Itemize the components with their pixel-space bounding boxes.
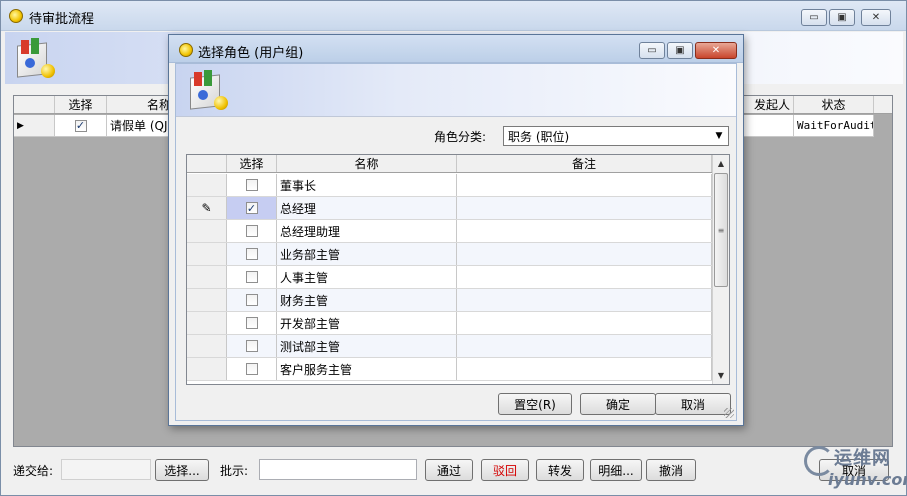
dialog-minimize-button[interactable]: ▭	[639, 42, 665, 59]
row-remark[interactable]	[457, 289, 712, 311]
row-header	[187, 289, 227, 311]
dialog-cancel-button[interactable]: 取消	[655, 393, 731, 415]
clear-button[interactable]: 置空(R)	[498, 393, 572, 415]
row-name[interactable]: 测试部主管	[277, 335, 457, 357]
pencil-icon: ✎	[187, 197, 227, 219]
revoke-button[interactable]: 撤消	[646, 459, 696, 481]
row-header	[187, 243, 227, 265]
row-checkbox[interactable]	[245, 248, 258, 260]
row-remark[interactable]	[457, 358, 712, 380]
row-status: WaitForAudit	[794, 115, 874, 136]
row-name[interactable]: 人事主管	[277, 266, 457, 288]
dialog-titlebar[interactable]: 选择角色 (用户组) ▭ ▣ ✕	[169, 35, 743, 63]
ok-button[interactable]: 确定	[580, 393, 656, 415]
row-header	[187, 312, 227, 334]
row-remark[interactable]	[457, 312, 712, 334]
resize-grip[interactable]	[724, 408, 734, 418]
header-name[interactable]: 名称	[277, 155, 457, 172]
comment-input[interactable]	[259, 459, 417, 480]
main-titlebar[interactable]: 待审批流程 ▭ ▣ ✕	[1, 1, 906, 31]
row-checkbox[interactable]	[245, 363, 258, 375]
app-install-icon	[184, 68, 228, 112]
row-checkbox[interactable]	[245, 317, 258, 329]
select-role-dialog: 选择角色 (用户组) ▭ ▣ ✕ 角色分类: 职务 (职位) ▼ 选择 名称 备…	[168, 34, 744, 426]
row-header	[187, 220, 227, 242]
header-select[interactable]: 选择	[55, 96, 107, 113]
watermark-line2: iyunv.com	[828, 470, 907, 489]
row-indicator: ▶	[14, 115, 55, 136]
detail-button[interactable]: 明细...	[590, 459, 642, 481]
row-header	[187, 174, 227, 196]
row-checkbox[interactable]	[245, 225, 258, 237]
category-label: 角色分类:	[434, 130, 487, 144]
table-row[interactable]: ✎ ✓ 总经理	[187, 197, 712, 220]
scroll-down-icon[interactable]: ▼	[713, 367, 729, 384]
pass-button[interactable]: 通过	[425, 459, 473, 481]
select-button[interactable]: 选择...	[155, 459, 209, 481]
role-grid[interactable]: 选择 名称 备注 董事长 ✎ ✓ 总经理 总经理助理 业务部主管 人事主管 财务主管 开发部主管…	[186, 154, 730, 385]
sun-icon	[179, 43, 193, 57]
category-value: 职务 (职位)	[508, 129, 570, 144]
table-row[interactable]: 人事主管	[187, 266, 712, 289]
table-row[interactable]: 财务主管	[187, 289, 712, 312]
row-checkbox[interactable]: ✓	[74, 119, 87, 132]
main-window-title: 待审批流程	[29, 12, 95, 27]
submit-to-field[interactable]	[61, 459, 151, 480]
table-row[interactable]: 董事长	[187, 174, 712, 197]
role-grid-scrollbar[interactable]: ▲ ≡ ▼	[712, 155, 729, 384]
table-row[interactable]: 测试部主管	[187, 335, 712, 358]
row-checkbox[interactable]	[245, 294, 258, 306]
table-row[interactable]: 业务部主管	[187, 243, 712, 266]
header-select[interactable]: 选择	[227, 155, 277, 172]
watermark: 运维网 iyunv.com	[800, 440, 907, 494]
row-name[interactable]: 开发部主管	[277, 312, 457, 334]
row-remark[interactable]	[457, 266, 712, 288]
row-checkbox[interactable]	[245, 179, 258, 191]
dialog-title: 选择角色 (用户组)	[198, 46, 304, 61]
table-row[interactable]: 客户服务主管	[187, 358, 712, 381]
app-install-icon	[11, 36, 55, 80]
row-name[interactable]: 总经理助理	[277, 220, 457, 242]
minimize-button[interactable]: ▭	[801, 9, 827, 26]
category-select[interactable]: 职务 (职位) ▼	[503, 126, 729, 146]
role-grid-header: 选择 名称 备注	[187, 155, 712, 173]
row-remark[interactable]	[457, 174, 712, 196]
row-name[interactable]: 总经理	[277, 197, 457, 219]
dialog-body: 角色分类: 职务 (职位) ▼ 选择 名称 备注 董事长 ✎ ✓ 总经理 总经理助理 业务…	[175, 63, 737, 421]
row-name[interactable]: 客户服务主管	[277, 358, 457, 380]
row-checkbox[interactable]	[245, 271, 258, 283]
sun-icon	[9, 9, 23, 23]
row-name[interactable]: 业务部主管	[277, 243, 457, 265]
maximize-button[interactable]: ▣	[829, 9, 855, 26]
table-row[interactable]: 开发部主管	[187, 312, 712, 335]
row-checkbox[interactable]	[245, 340, 258, 352]
scroll-thumb[interactable]: ≡	[714, 173, 728, 287]
scroll-up-icon[interactable]: ▲	[713, 155, 729, 172]
row-checkbox[interactable]: ✓	[245, 202, 258, 214]
row-remark[interactable]	[457, 335, 712, 357]
submit-to-label: 递交给:	[13, 464, 54, 478]
row-remark[interactable]	[457, 243, 712, 265]
dialog-banner	[176, 64, 736, 116]
row-header	[187, 335, 227, 357]
row-name[interactable]: 财务主管	[277, 289, 457, 311]
row-remark[interactable]	[457, 220, 712, 242]
header-remark[interactable]: 备注	[457, 155, 712, 172]
row-remark[interactable]	[457, 197, 712, 219]
close-button[interactable]: ✕	[861, 9, 891, 26]
row-header	[187, 358, 227, 380]
row-name[interactable]: 董事长	[277, 174, 457, 196]
comment-label: 批示:	[220, 464, 249, 478]
row-header	[187, 266, 227, 288]
dialog-close-button[interactable]: ✕	[695, 42, 737, 59]
table-row[interactable]: 总经理助理	[187, 220, 712, 243]
reject-button[interactable]: 驳回	[481, 459, 529, 481]
dialog-maximize-button[interactable]: ▣	[667, 42, 693, 59]
watermark-line1: 运维网	[834, 448, 891, 469]
chevron-down-icon[interactable]: ▼	[710, 127, 728, 145]
forward-button[interactable]: 转发	[536, 459, 584, 481]
header-status[interactable]: 状态	[794, 96, 874, 113]
